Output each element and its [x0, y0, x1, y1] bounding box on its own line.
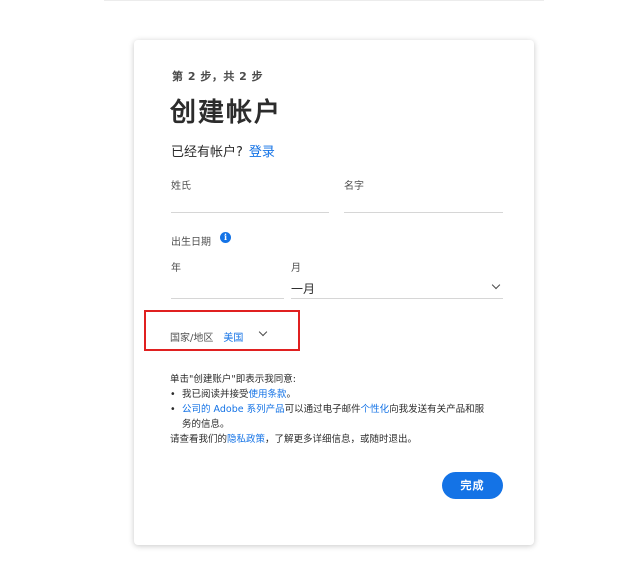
first-name-input[interactable] — [344, 212, 503, 213]
signin-row: 已经有帐户? 登录 — [171, 141, 275, 160]
chevron-down-icon — [491, 280, 501, 290]
personalization-link[interactable]: 个性化 — [361, 404, 390, 415]
signin-prompt: 已经有帐户? — [171, 145, 243, 160]
dob-label: 出生日期 — [171, 237, 211, 248]
country-value: 美国 — [223, 333, 244, 344]
page-title: 创建帐户 — [170, 98, 283, 128]
terms-intro: 单击"创建账户"即表示我同意: — [170, 374, 296, 385]
done-button[interactable]: 完成 — [442, 472, 503, 499]
step-indicator: 第 2 步，共 2 步 — [172, 70, 264, 83]
last-name-label: 姓氏 — [171, 181, 191, 192]
privacy-policy-link[interactable]: 隐私政策 — [227, 434, 265, 445]
country-select[interactable]: 国家/地区 美国 — [170, 329, 243, 344]
signin-link[interactable]: 登录 — [249, 145, 275, 160]
month-select[interactable]: 一月 — [291, 277, 503, 299]
adobe-family-link[interactable]: 公司的 Adobe 系列产品 — [182, 404, 285, 415]
last-name-input[interactable] — [171, 212, 329, 213]
signup-card: 第 2 步，共 2 步 创建帐户 已经有帐户? 登录 姓氏 名字 出生日期 i 年… — [134, 40, 534, 545]
terms-bullet-2: • 公司的 Adobe 系列产品可以通过电子邮件个性化向我发送有关产品和服 — [170, 404, 485, 415]
terms-bullet-2-cont: 务的信息。 — [182, 419, 230, 430]
privacy-line: 请查看我们的隐私政策，了解更多详细信息，或随时退出。 — [170, 434, 418, 445]
top-divider — [104, 0, 544, 1]
terms-text: 单击"创建账户"即表示我同意: • 我已阅读并接受使用条款。 • 公司的 Adobe… — [170, 372, 510, 447]
country-label: 国家/地区 — [170, 333, 214, 344]
terms-bullet-1: • 我已阅读并接受使用条款。 — [170, 389, 297, 400]
month-value: 一月 — [291, 282, 316, 296]
info-icon[interactable]: i — [220, 232, 231, 243]
year-label: 年 — [171, 263, 181, 274]
year-input[interactable] — [171, 298, 284, 299]
terms-of-use-link[interactable]: 使用条款 — [249, 389, 287, 400]
first-name-label: 名字 — [344, 181, 364, 192]
month-label: 月 — [291, 263, 301, 274]
